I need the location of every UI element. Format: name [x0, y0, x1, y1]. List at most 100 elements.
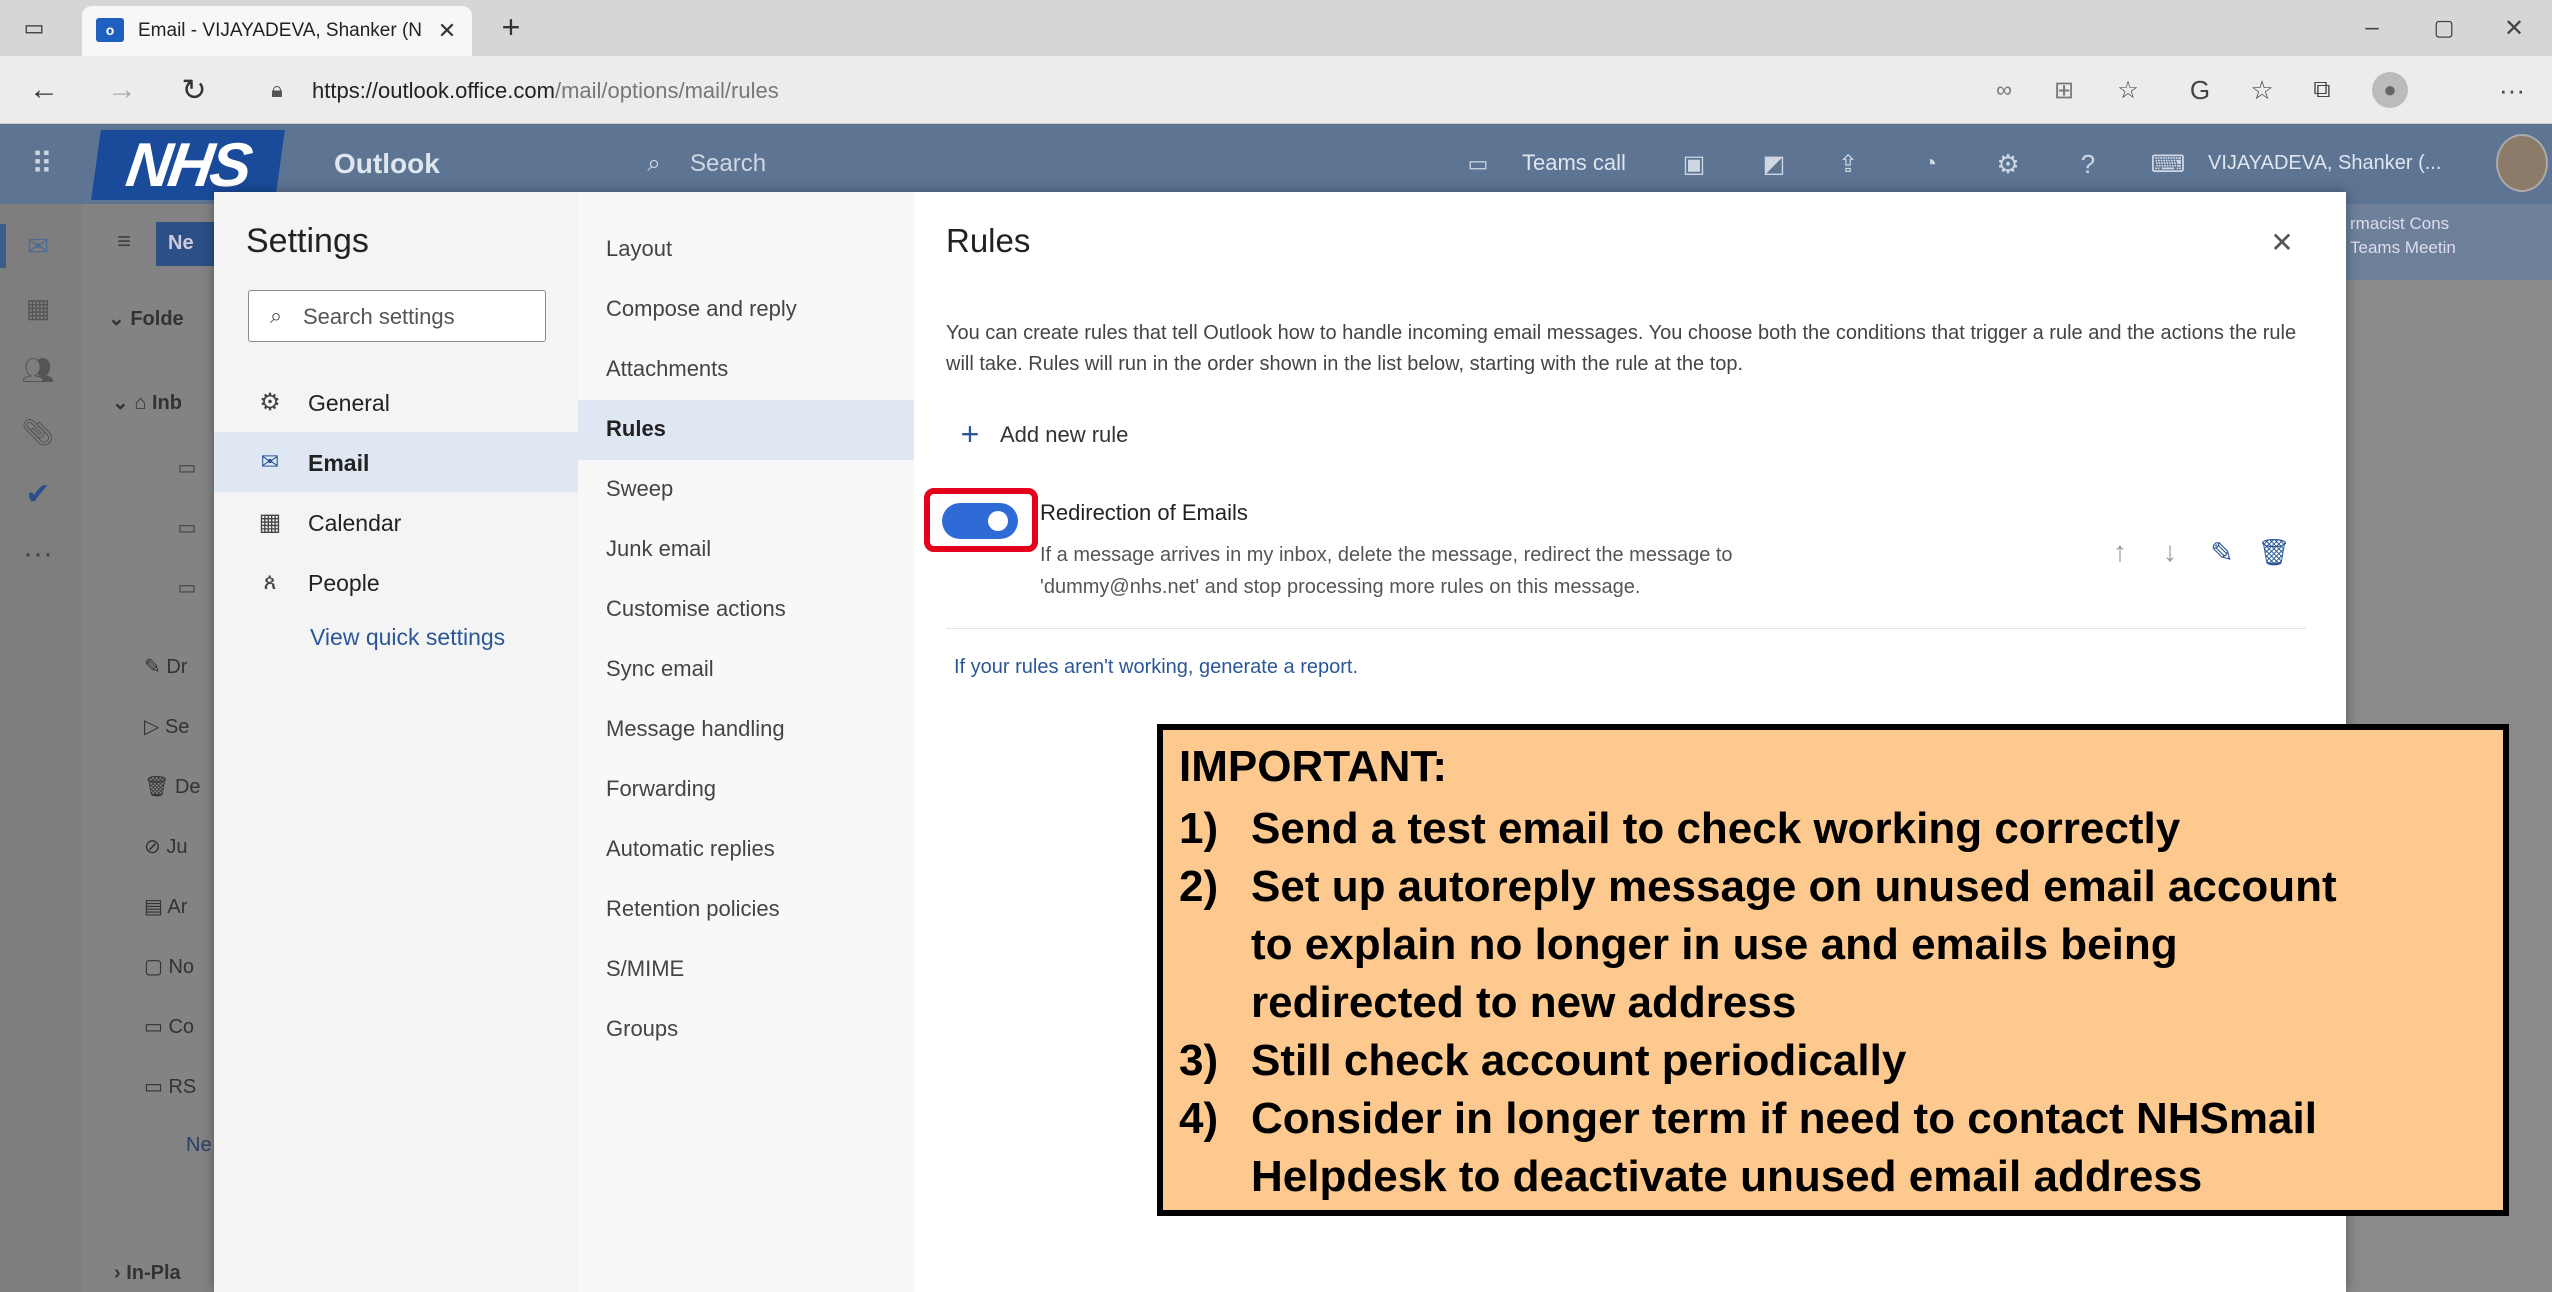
extension-icon[interactable]: G — [2182, 72, 2218, 108]
subnav-item-smime[interactable]: S/MIME — [578, 956, 914, 982]
folder-label: Se — [164, 716, 190, 738]
subnav-item-sync[interactable]: Sync email — [578, 656, 914, 682]
subnav-item-layout[interactable]: Layout — [578, 236, 914, 262]
tab-title: Email - VIJAYADEVA, Shanker (N — [138, 20, 423, 41]
search-icon: ⌕ — [269, 303, 283, 328]
generate-report-link[interactable]: If your rules aren't working, generate a… — [954, 656, 1358, 679]
mail-icon[interactable]: ✉ — [18, 226, 58, 266]
address-bar[interactable]: https://outlook.office.com/mail/options/… — [312, 78, 779, 104]
folder-drafts[interactable]: ✎ Dr — [144, 654, 187, 679]
folder-deleted[interactable]: 🗑︎ De — [144, 774, 201, 799]
rule-enabled-toggle[interactable] — [942, 503, 1018, 539]
todo-icon[interactable]: ✔ — [18, 474, 58, 514]
more-icon[interactable]: ··· — [2494, 72, 2530, 108]
calendar-icon[interactable]: ▦ — [18, 288, 58, 328]
rule-description-line2: 'dummy@nhs.net' and stop processing more… — [1040, 576, 1641, 598]
category-general[interactable]: ⚙ General — [214, 374, 578, 430]
window-close-icon[interactable]: ✕ — [2494, 10, 2534, 46]
delete-icon[interactable]: 🗑︎ — [2256, 534, 2292, 570]
category-label: People — [308, 570, 380, 596]
view-quick-settings-link[interactable]: View quick settings — [310, 624, 505, 651]
search-icon: ⌕ — [647, 150, 661, 177]
folder-notes[interactable]: ▢ No — [144, 954, 194, 979]
rule-description-line1: If a message arrives in my inbox, delete… — [1040, 544, 1733, 566]
profile-icon[interactable]: ● — [2372, 72, 2408, 108]
minimize-icon[interactable]: – — [2352, 10, 2392, 46]
folder-icon[interactable]: ▭ — [174, 574, 200, 600]
people-icon[interactable]: 👥︎ — [18, 350, 58, 390]
category-label: Email — [308, 450, 370, 476]
edit-icon[interactable]: ✎ — [2204, 534, 2240, 570]
settings-search-input[interactable]: ⌕ Search settings — [248, 290, 546, 342]
forward-icon[interactable]: → — [104, 72, 140, 108]
reload-icon[interactable]: ↻ — [176, 72, 212, 108]
subnav-item-rules[interactable]: Rules — [578, 400, 914, 460]
avatar[interactable] — [2496, 134, 2548, 192]
rules-title: Rules — [946, 222, 1031, 259]
subnav-item-automatic-replies[interactable]: Automatic replies — [578, 836, 914, 862]
chat-icon[interactable]: ▣ — [1676, 146, 1712, 182]
feedback-icon[interactable]: ⌨ — [2150, 146, 2186, 182]
outlook-search-input[interactable]: Search — [690, 150, 766, 178]
subnav-item-compose[interactable]: Compose and reply — [578, 296, 914, 322]
favorites-icon[interactable]: ☆ — [2244, 72, 2280, 108]
category-email[interactable]: ✉ Email — [214, 432, 578, 492]
lock-icon[interactable]: 🔒︎ — [262, 74, 292, 106]
folder-icon[interactable]: ▭ — [174, 514, 200, 540]
close-icon[interactable]: ✕ — [2262, 222, 2302, 262]
subnav-item-forwarding[interactable]: Forwarding — [578, 776, 914, 802]
favorite-add-icon[interactable]: ☆ — [2110, 72, 2146, 108]
divider — [946, 628, 2306, 629]
item-text: Consider in longer term if need to conta… — [1251, 1094, 2317, 1143]
more-apps-icon[interactable]: ··· — [18, 534, 58, 574]
new-folder-link[interactable]: Ne — [186, 1134, 212, 1157]
folder-label: Ar — [167, 896, 188, 918]
notifications-icon[interactable]: ◔ — [1912, 146, 1948, 182]
collections-icon[interactable]: ⧉ — [2304, 72, 2340, 108]
folder-icon[interactable]: ▭ — [174, 454, 200, 480]
subnav-item-sweep[interactable]: Sweep — [578, 476, 914, 502]
tab-actions-icon[interactable]: ▭ — [16, 10, 52, 46]
share-icon[interactable]: ⇪ — [1830, 146, 1866, 182]
subnav-item-attachments[interactable]: Attachments — [578, 356, 914, 382]
office-icon[interactable]: ◩ — [1756, 146, 1792, 182]
folder-pane: ≡ Ne ⌄ Folde ⌄ ⌂ Inb ▭ ▭ ▭ ✎ Dr ▷ Se 🗑︎ … — [82, 204, 232, 1292]
tab-close-icon[interactable]: ✕ — [432, 16, 462, 46]
subnav-item-retention[interactable]: Retention policies — [578, 896, 914, 922]
folder-junk[interactable]: ⊘ Ju — [144, 834, 187, 859]
back-icon[interactable]: ← — [26, 72, 62, 108]
folder-inbox[interactable]: ⌄ ⌂ Inb — [112, 390, 182, 415]
item-number: 3) — [1179, 1036, 1219, 1085]
mail-icon: ✉ — [260, 449, 280, 474]
move-down-icon[interactable]: ↓ — [2152, 534, 2188, 570]
app-launcher-icon[interactable]: ⠿ — [24, 146, 60, 182]
category-label: Calendar — [308, 510, 402, 536]
folder-co[interactable]: ▭ Co — [144, 1014, 194, 1039]
move-up-icon[interactable]: ↑ — [2102, 534, 2138, 570]
reading-icon[interactable]: ∞ — [1986, 72, 2022, 108]
teams-call-button[interactable]: Teams call — [1522, 150, 1626, 176]
add-new-rule-button[interactable]: Add new rule — [1000, 422, 1128, 448]
user-name[interactable]: VIJAYADEVA, Shanker (... — [2208, 152, 2441, 175]
folder-archive[interactable]: ▤ Ar — [144, 894, 187, 919]
category-people[interactable]: ጰ People — [214, 554, 578, 610]
help-icon[interactable]: ? — [2070, 146, 2106, 182]
subnav-item-groups[interactable]: Groups — [578, 1016, 914, 1042]
folders-header[interactable]: ⌄ Folde — [108, 306, 184, 331]
settings-gear-icon[interactable]: ⚙ — [1990, 146, 2026, 182]
folder-in-place[interactable]: › In-Pla — [114, 1262, 181, 1285]
hamburger-icon[interactable]: ≡ — [108, 226, 140, 258]
new-tab-icon[interactable]: + — [492, 8, 530, 46]
subnav-item-junk[interactable]: Junk email — [578, 536, 914, 562]
attachment-icon[interactable]: 📎︎ — [18, 412, 58, 452]
folder-rs[interactable]: ▭ RS — [144, 1074, 196, 1099]
browser-tab-active[interactable]: o Email - VIJAYADEVA, Shanker (N ✕ — [82, 6, 472, 56]
subnav-item-message-handling[interactable]: Message handling — [578, 716, 914, 742]
category-calendar[interactable]: ▦ Calendar — [214, 494, 578, 550]
restore-icon[interactable]: ▢ — [2424, 10, 2464, 46]
app-name[interactable]: Outlook — [334, 148, 440, 180]
subnav-item-customise[interactable]: Customise actions — [578, 596, 914, 622]
event-peek[interactable]: rmacist Cons Teams Meetin — [2346, 204, 2552, 280]
apps-icon[interactable]: ⊞ — [2046, 72, 2082, 108]
folder-sent[interactable]: ▷ Se — [144, 714, 189, 739]
